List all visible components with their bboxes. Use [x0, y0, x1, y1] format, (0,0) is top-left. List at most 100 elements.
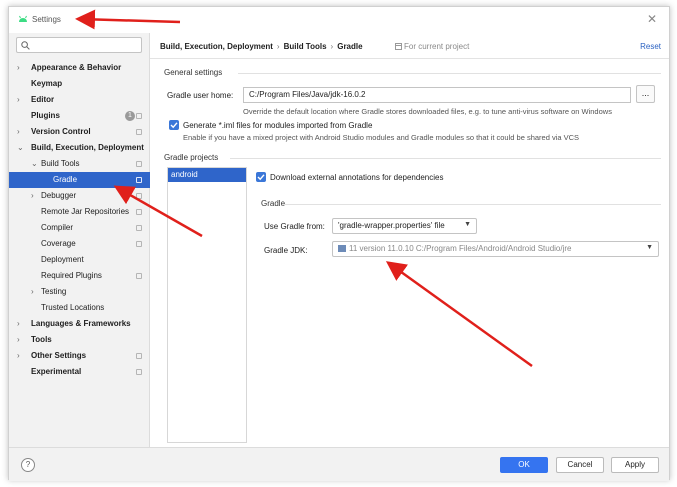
chevron-right-icon[interactable]: ›	[31, 188, 34, 204]
gradle-jdk-label: Gradle JDK:	[264, 246, 308, 255]
chevron-right-icon[interactable]: ›	[17, 92, 20, 108]
gradle-jdk-dropdown[interactable]: 11 version 11.0.10 C:/Program Files/Andr…	[332, 241, 659, 257]
settings-content: Build, Execution, Deployment › Build Tools…	[150, 33, 669, 447]
gradle-user-home-hint: Override the default location where Grad…	[243, 107, 612, 116]
section-divider	[285, 204, 661, 205]
breadcrumb-item[interactable]: Build, Execution, Deployment	[160, 42, 273, 51]
project-settings-icon	[136, 273, 142, 279]
project-settings-icon	[136, 225, 142, 231]
sidebar-item-label: Coverage	[41, 239, 76, 248]
gradle-subsection-title: Gradle	[261, 199, 286, 208]
gradle-user-home-field[interactable]: C:/Program Files/Java/jdk-16.0.2	[243, 87, 631, 103]
sidebar-item-label: Version Control	[31, 127, 91, 136]
project-settings-icon	[136, 209, 142, 215]
breadcrumb-current: Gradle	[337, 42, 363, 51]
project-settings-icon	[136, 369, 142, 375]
sidebar-item-editor[interactable]: › Editor	[9, 92, 150, 108]
title-bar: Settings ✕	[9, 7, 669, 33]
sidebar-item-deployment[interactable]: Deployment	[9, 252, 150, 268]
sidebar-item-label: Other Settings	[31, 351, 87, 360]
apply-button[interactable]: Apply	[611, 457, 659, 473]
gradle-user-home-label: Gradle user home:	[167, 91, 234, 100]
reset-link[interactable]: Reset	[640, 42, 661, 51]
project-settings-icon	[136, 177, 142, 183]
for-current-project-label: For current project	[404, 42, 470, 51]
search-input[interactable]	[16, 37, 142, 53]
sidebar-item-label: Testing	[41, 287, 67, 296]
project-settings-icon	[136, 113, 142, 119]
for-current-project-note: For current project	[395, 42, 469, 51]
section-divider	[230, 158, 661, 159]
chevron-right-icon[interactable]: ›	[17, 60, 20, 76]
sidebar-item-trusted-locations[interactable]: Trusted Locations	[9, 300, 150, 316]
update-count-badge: 1	[125, 111, 135, 121]
android-studio-icon	[19, 15, 27, 22]
breadcrumb-separator: ›	[276, 42, 280, 51]
generate-iml-checkbox[interactable]	[169, 120, 179, 130]
sidebar-item-tools[interactable]: › Tools	[9, 332, 150, 348]
general-settings-title: General settings	[164, 68, 223, 77]
gradle-jdk-value: 11 version 11.0.10 C:/Program Files/Andr…	[349, 244, 572, 253]
project-settings-icon	[136, 129, 142, 135]
sidebar-item-keymap[interactable]: Keymap	[9, 76, 150, 92]
project-scope-icon	[395, 43, 402, 50]
gradle-projects-list: android	[167, 167, 247, 443]
chevron-right-icon[interactable]: ›	[31, 284, 34, 300]
sidebar-item-required-plugins[interactable]: Required Plugins	[9, 268, 150, 284]
sidebar-item-other-settings[interactable]: › Other Settings	[9, 348, 150, 364]
project-settings-icon	[136, 353, 142, 359]
sidebar-item-build-execution-deployment[interactable]: ⌄ Build, Execution, Deployment	[9, 140, 150, 156]
project-settings-icon	[136, 161, 142, 167]
sidebar-item-languages-frameworks[interactable]: › Languages & Frameworks	[9, 316, 150, 332]
window-title: Settings	[32, 15, 61, 24]
breadcrumb-item[interactable]: Build Tools	[284, 42, 327, 51]
sidebar-item-label: Gradle	[53, 175, 78, 184]
sidebar-item-gradle[interactable]: Gradle	[9, 172, 150, 188]
sidebar-item-label: Trusted Locations	[41, 303, 105, 312]
sidebar-item-appearance-behavior[interactable]: › Appearance & Behavior	[9, 60, 150, 76]
chevron-right-icon[interactable]: ›	[17, 348, 20, 364]
jdk-folder-icon	[338, 245, 346, 252]
download-annotations-checkbox[interactable]	[256, 172, 266, 182]
project-settings-icon	[136, 193, 142, 199]
chevron-down-icon[interactable]: ⌄	[31, 156, 38, 172]
sidebar-item-label: Build Tools	[41, 159, 80, 168]
cancel-button[interactable]: Cancel	[556, 457, 604, 473]
download-annotations-label: Download external annotations for depend…	[270, 173, 444, 182]
sidebar-item-label: Build, Execution, Deployment	[31, 143, 144, 152]
sidebar-item-label: Languages & Frameworks	[31, 319, 131, 328]
dropdown-arrow-icon: ▼	[464, 221, 471, 228]
use-gradle-from-label: Use Gradle from:	[264, 222, 325, 231]
browse-button[interactable]: ...	[636, 85, 655, 103]
chevron-down-icon[interactable]: ⌄	[17, 140, 24, 156]
project-item-android[interactable]: android	[168, 168, 246, 182]
sidebar-item-label: Deployment	[41, 255, 84, 264]
sidebar-item-testing[interactable]: › Testing	[9, 284, 150, 300]
settings-sidebar: › Appearance & Behavior Keymap › Editor Plugi…	[9, 33, 150, 447]
use-gradle-from-dropdown[interactable]: 'gradle-wrapper.properties' file ▼	[332, 218, 477, 234]
chevron-right-icon[interactable]: ›	[17, 124, 20, 140]
close-icon[interactable]: ✕	[647, 12, 657, 26]
sidebar-item-build-tools[interactable]: ⌄ Build Tools	[9, 156, 150, 172]
sidebar-item-label: Editor	[31, 95, 55, 104]
checkmark-icon	[170, 122, 178, 129]
sidebar-item-label: Tools	[31, 335, 52, 344]
settings-dialog: Settings ✕ › Appearance & Behavior Keymap ›…	[8, 6, 670, 481]
sidebar-item-remote-jar-repositories[interactable]: Remote Jar Repositories	[9, 204, 150, 220]
breadcrumb: Build, Execution, Deployment › Build Tools…	[160, 42, 363, 51]
generate-iml-hint: Enable if you have a mixed project with …	[183, 133, 580, 142]
dropdown-arrow-icon: ▼	[646, 244, 653, 251]
sidebar-item-label: Keymap	[31, 79, 63, 88]
sidebar-item-experimental[interactable]: Experimental	[9, 364, 150, 380]
chevron-right-icon[interactable]: ›	[17, 332, 20, 348]
breadcrumb-separator: ›	[330, 42, 334, 51]
sidebar-item-plugins[interactable]: Plugins 1	[9, 108, 150, 124]
help-button[interactable]: ?	[21, 458, 35, 472]
sidebar-item-version-control[interactable]: › Version Control	[9, 124, 150, 140]
checkmark-icon	[257, 174, 265, 181]
ok-button[interactable]: OK	[500, 457, 548, 473]
sidebar-item-coverage[interactable]: Coverage	[9, 236, 150, 252]
chevron-right-icon[interactable]: ›	[17, 316, 20, 332]
sidebar-item-compiler[interactable]: Compiler	[9, 220, 150, 236]
sidebar-item-debugger[interactable]: › Debugger	[9, 188, 150, 204]
